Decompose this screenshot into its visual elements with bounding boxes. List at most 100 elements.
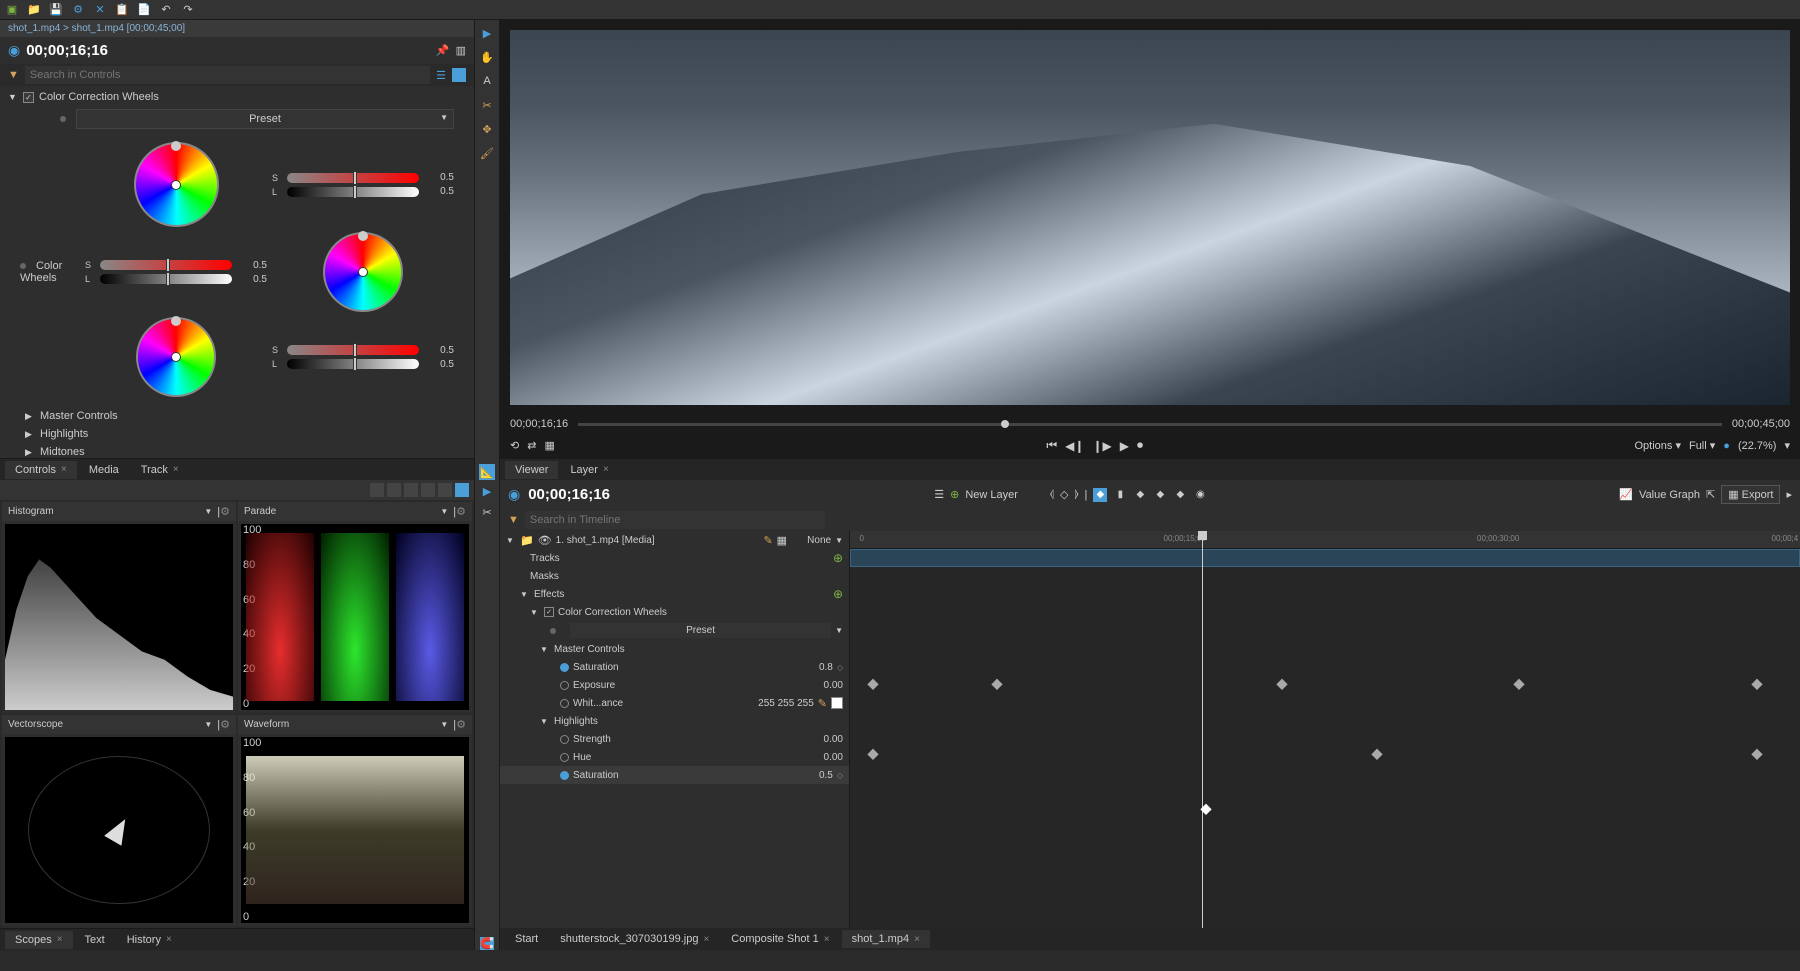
snap-icon[interactable]: 🧲: [480, 937, 494, 950]
keyframe-toggle[interactable]: [560, 663, 569, 672]
gear-icon[interactable]: ⚙: [220, 505, 230, 518]
select-tool-icon[interactable]: ▶: [483, 485, 491, 498]
timeline-tracks[interactable]: 0 00;00;15;00 00;00;30;00 00;00;4: [850, 531, 1800, 928]
close-icon[interactable]: ×: [166, 934, 172, 945]
tab-shutterstock[interactable]: shutterstock_307030199.jpg×: [550, 930, 719, 948]
layout-grid-icon[interactable]: [455, 483, 469, 497]
sat-slider[interactable]: [100, 260, 232, 270]
prop-value[interactable]: 0.5: [793, 770, 833, 781]
close-icon[interactable]: ×: [914, 934, 920, 945]
keyframe-toggle[interactable]: [560, 753, 569, 762]
preset-dropdown[interactable]: Preset: [570, 623, 831, 638]
folder-icon[interactable]: 📁: [27, 3, 41, 17]
sat-slider[interactable]: [287, 345, 419, 355]
export-more-icon[interactable]: ▸: [1786, 488, 1792, 501]
kf-mode-3-icon[interactable]: ◆: [1133, 488, 1147, 502]
kf-mode-4-icon[interactable]: ◆: [1153, 488, 1167, 502]
options-dropdown[interactable]: Options ▾: [1634, 439, 1681, 452]
save-icon[interactable]: 💾: [49, 3, 63, 17]
close-icon[interactable]: ×: [824, 934, 830, 945]
keyframe-toggle[interactable]: [560, 735, 569, 744]
zoom-dropdown-icon[interactable]: ▾: [1784, 439, 1790, 452]
blend-icon[interactable]: ▦: [777, 534, 787, 547]
gear-icon[interactable]: ⚙: [456, 505, 466, 518]
prop-saturation[interactable]: Saturation0.8◇: [500, 658, 849, 676]
tab-history[interactable]: History×: [117, 931, 182, 949]
chevron-down-icon[interactable]: ▼: [440, 507, 448, 516]
chevron-down-icon[interactable]: ▼: [204, 507, 212, 516]
export-button[interactable]: ▦ Export: [1721, 485, 1780, 504]
slider-value[interactable]: 0.5: [424, 172, 454, 183]
text-tool-icon[interactable]: A: [479, 73, 495, 89]
paste-icon[interactable]: 📄: [137, 3, 151, 17]
timeline-ruler[interactable]: 0 00;00;15;00 00;00;30;00 00;00;4: [850, 531, 1800, 549]
lum-slider[interactable]: [287, 187, 419, 197]
prop-value[interactable]: 0.00: [803, 680, 843, 691]
timeline-clip[interactable]: [850, 549, 1800, 567]
layer-row[interactable]: ▼📁👁 1. shot_1.mp4 [Media] ✎ ▦ None ▼: [500, 531, 849, 549]
keyframe-icon[interactable]: [991, 679, 1002, 690]
keyframe-toggle[interactable]: [560, 699, 569, 708]
add-icon[interactable]: ⊕: [950, 488, 959, 501]
prop-value[interactable]: 255 255 255: [758, 698, 814, 709]
copy-icon[interactable]: 📋: [115, 3, 129, 17]
tab-composite[interactable]: Composite Shot 1×: [721, 930, 839, 948]
slider-value[interactable]: 0.5: [237, 274, 267, 285]
tab-text[interactable]: Text: [75, 931, 115, 949]
lum-slider[interactable]: [100, 274, 232, 284]
gear-icon[interactable]: ⚙: [71, 3, 85, 17]
kf-mode-6-icon[interactable]: ◉: [1193, 488, 1207, 502]
keyframe-icon[interactable]: [1751, 749, 1762, 760]
step-fwd-icon[interactable]: ❙▶: [1092, 439, 1111, 453]
timeline-playhead[interactable]: [1202, 531, 1203, 928]
lum-slider[interactable]: [287, 359, 419, 369]
keyframe-toggle[interactable]: [560, 771, 569, 780]
kf-mode-2-icon[interactable]: ▮: [1113, 488, 1127, 502]
slider-value[interactable]: 0.5: [424, 345, 454, 356]
effect-row[interactable]: ▼ ✓ Color Correction Wheels: [0, 88, 474, 106]
kf-nav-icon[interactable]: ◇: [837, 663, 843, 672]
pin-icon[interactable]: 📌: [436, 44, 450, 57]
color-wheel-3[interactable]: [136, 317, 216, 397]
next-kf-icon[interactable]: ⦊: [1074, 488, 1078, 501]
tab-start[interactable]: Start: [505, 930, 548, 948]
ccw-row[interactable]: ▼✓Color Correction Wheels: [500, 603, 849, 621]
gear-icon[interactable]: ⚙: [220, 718, 230, 731]
color-wheel-2[interactable]: [323, 232, 403, 312]
keyframe-icon[interactable]: [1751, 679, 1762, 690]
tab-shot1[interactable]: shot_1.mp4×: [842, 930, 930, 948]
controls-timecode[interactable]: 00;00;16;16: [26, 42, 108, 59]
close-icon[interactable]: ×: [173, 464, 179, 475]
wrench-icon[interactable]: ✕: [93, 3, 107, 17]
chevron-down-icon[interactable]: ▼: [204, 720, 212, 729]
search-timeline-input[interactable]: [525, 511, 825, 529]
tab-layer[interactable]: Layer×: [560, 461, 618, 479]
step-back-icon[interactable]: ◀❙: [1065, 439, 1084, 453]
close-icon[interactable]: ×: [603, 464, 609, 475]
close-icon[interactable]: ×: [703, 934, 709, 945]
redo-icon[interactable]: ↷: [181, 3, 195, 17]
close-icon[interactable]: ×: [57, 934, 63, 945]
crop-tool-icon[interactable]: ✂: [479, 97, 495, 113]
layout-1-icon[interactable]: [370, 483, 384, 497]
prop-h-saturation[interactable]: Saturation0.5◇: [500, 766, 849, 784]
panel-box-icon[interactable]: ▥: [456, 44, 466, 57]
chevron-down-icon[interactable]: ▼: [8, 92, 18, 102]
preset-row[interactable]: Preset▼: [500, 621, 849, 640]
tab-scopes[interactable]: Scopes×: [5, 931, 73, 949]
loop-icon[interactable]: ⟲: [510, 439, 519, 452]
close-icon[interactable]: ×: [61, 464, 67, 475]
chevron-down-icon[interactable]: ▼: [835, 536, 843, 545]
value-graph-button[interactable]: Value Graph: [1639, 489, 1700, 501]
playhead-icon[interactable]: [1001, 420, 1009, 428]
goto-start-icon[interactable]: ⏮: [1046, 438, 1057, 453]
prop-value[interactable]: 0.00: [803, 752, 843, 763]
prop-hue[interactable]: Hue0.00: [500, 748, 849, 766]
layout-2-icon[interactable]: [387, 483, 401, 497]
master-row[interactable]: ▼Master Controls: [500, 640, 849, 658]
checkbox[interactable]: ✓: [544, 607, 554, 617]
play-icon[interactable]: ▶: [1120, 439, 1129, 453]
masks-row[interactable]: Masks: [500, 567, 849, 585]
preset-dropdown[interactable]: Preset: [76, 109, 454, 129]
kf-nav-icon[interactable]: ◇: [837, 771, 843, 780]
